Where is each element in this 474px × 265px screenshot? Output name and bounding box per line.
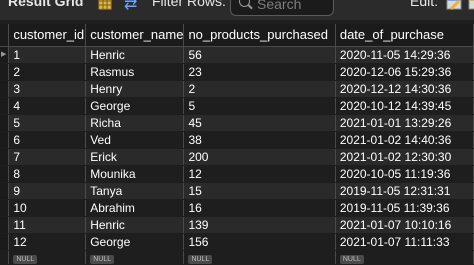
current-row-arrow-icon: ▶ — [1, 51, 7, 58]
edit-label: Edit: — [410, 0, 439, 9]
cell-date-of-purchase[interactable]: 2021-01-07 11:11:33 — [335, 233, 474, 251]
table-row[interactable]: 7 Erick 200 2021-01-02 12:30:30 — [0, 148, 474, 166]
cell-date-of-purchase[interactable]: 2019-11-05 11:39:36 — [335, 199, 474, 217]
result-toolbar: Result Grid ⇄ Filter Rows: Edit: — [0, 0, 474, 20]
cell-date-of-purchase[interactable]: 2021-01-02 14:40:36 — [335, 131, 474, 149]
null-cell-no-products-purchased[interactable]: NULL — [183, 250, 336, 265]
table-row[interactable]: 12 George 156 2021-01-07 11:11:33 — [0, 233, 474, 251]
table-row[interactable]: 9 Tanya 15 2019-11-05 12:31:31 — [0, 182, 474, 200]
search-icon — [239, 0, 250, 7]
cell-date-of-purchase[interactable]: 2021-01-07 10:10:16 — [335, 216, 474, 234]
refresh-icon[interactable]: ⇄ — [124, 0, 137, 14]
row-marker[interactable] — [0, 148, 10, 166]
cell-date-of-purchase[interactable]: 2019-11-05 12:31:31 — [335, 182, 474, 200]
cell-no-products-purchased[interactable]: 200 — [183, 148, 336, 166]
row-marker[interactable] — [0, 131, 10, 149]
table-row[interactable]: 2 Rasmus 23 2020-12-06 15:29:36 — [0, 63, 474, 81]
cell-customer-name[interactable]: Tanya — [85, 182, 185, 200]
row-marker[interactable] — [0, 165, 10, 183]
cell-customer-id[interactable]: 3 — [8, 80, 87, 98]
column-header-customer-id[interactable]: customer_id — [8, 24, 87, 47]
cell-no-products-purchased[interactable]: 5 — [183, 97, 336, 115]
cell-no-products-purchased[interactable]: 56 — [183, 46, 336, 64]
row-marker[interactable] — [0, 63, 10, 81]
table-row[interactable]: 10 Abrahim 16 2019-11-05 11:39:36 — [0, 199, 474, 217]
row-marker[interactable] — [0, 250, 10, 265]
row-marker[interactable]: ▶ — [0, 46, 10, 64]
cell-no-products-purchased[interactable]: 15 — [183, 182, 336, 200]
row-marker[interactable] — [0, 97, 10, 115]
cell-customer-id[interactable]: 4 — [8, 97, 87, 115]
cell-customer-id[interactable]: 9 — [8, 182, 87, 200]
cell-customer-name[interactable]: Henric — [85, 216, 185, 234]
result-grid-table: customer_id customer_name no_products_pu… — [0, 24, 474, 265]
cell-customer-name[interactable]: George — [85, 233, 185, 251]
cell-no-products-purchased[interactable]: 139 — [183, 216, 336, 234]
column-header-customer-name[interactable]: customer_name — [85, 24, 185, 47]
cell-customer-name[interactable]: Henry — [85, 80, 185, 98]
cell-customer-id[interactable]: 5 — [8, 114, 87, 132]
null-cell-customer-id[interactable]: NULL — [8, 250, 87, 265]
row-marker[interactable] — [0, 199, 10, 217]
table-row[interactable]: 11 Henric 139 2021-01-07 10:10:16 — [0, 216, 474, 234]
cell-date-of-purchase[interactable]: 2020-10-05 11:19:36 — [335, 165, 474, 183]
cell-customer-name[interactable]: Erick — [85, 148, 185, 166]
header-row: customer_id customer_name no_products_pu… — [0, 24, 474, 47]
cell-date-of-purchase[interactable]: 2021-01-01 13:29:26 — [335, 114, 474, 132]
cell-customer-id[interactable]: 1 — [8, 46, 87, 64]
cell-date-of-purchase[interactable]: 2021-01-02 12:30:30 — [335, 148, 474, 166]
cell-customer-id[interactable]: 10 — [8, 199, 87, 217]
cell-date-of-purchase[interactable]: 2020-12-06 15:29:36 — [335, 63, 474, 81]
column-header-date-of-purchase[interactable]: date_of_purchase — [335, 24, 474, 47]
cell-customer-name[interactable]: Abrahim — [85, 199, 185, 217]
cell-customer-name[interactable]: Ved — [85, 131, 185, 149]
edit-grid-icon[interactable] — [446, 0, 462, 10]
cell-customer-id[interactable]: 8 — [8, 165, 87, 183]
cell-no-products-purchased[interactable]: 16 — [183, 199, 336, 217]
row-marker-header — [0, 24, 10, 47]
row-marker[interactable] — [0, 182, 10, 200]
cell-customer-id[interactable]: 11 — [8, 216, 87, 234]
row-marker[interactable] — [0, 114, 10, 132]
cell-no-products-purchased[interactable]: 156 — [183, 233, 336, 251]
cell-customer-id[interactable]: 2 — [8, 63, 87, 81]
result-grid-title: Result Grid — [8, 0, 84, 9]
cell-no-products-purchased[interactable]: 23 — [183, 63, 336, 81]
column-header-no-products-purchased[interactable]: no_products_purchased — [183, 24, 336, 47]
cell-date-of-purchase[interactable]: 2020-12-12 14:30:36 — [335, 80, 474, 98]
cell-customer-name[interactable]: Rasmus — [85, 63, 185, 81]
table-row[interactable]: 8 Mounika 12 2020-10-05 11:19:36 — [0, 165, 474, 183]
table-row[interactable]: 4 George 5 2020-10-12 14:39:45 — [0, 97, 474, 115]
edit-row-icon[interactable] — [468, 0, 474, 10]
null-cell-customer-name[interactable]: NULL — [85, 250, 185, 265]
cell-no-products-purchased[interactable]: 38 — [183, 131, 336, 149]
row-marker[interactable] — [0, 216, 10, 234]
table-row[interactable]: 6 Ved 38 2021-01-02 14:40:36 — [0, 131, 474, 149]
cell-no-products-purchased[interactable]: 12 — [183, 165, 336, 183]
filter-rows-label: Filter Rows: — [152, 0, 226, 9]
null-cell-date-of-purchase[interactable]: NULL — [335, 250, 474, 265]
new-row-placeholder[interactable]: NULL NULL NULL NULL — [0, 250, 474, 265]
cell-customer-name[interactable]: Richa — [85, 114, 185, 132]
table-row[interactable]: 5 Richa 45 2021-01-01 13:29:26 — [0, 114, 474, 132]
cell-customer-id[interactable]: 6 — [8, 131, 87, 149]
cell-customer-id[interactable]: 12 — [8, 233, 87, 251]
cell-no-products-purchased[interactable]: 45 — [183, 114, 336, 132]
filter-search-input[interactable] — [255, 0, 333, 13]
cell-customer-name[interactable]: George — [85, 97, 185, 115]
cell-customer-name[interactable]: Mounika — [85, 165, 185, 183]
grid-icon[interactable] — [98, 0, 112, 10]
cell-date-of-purchase[interactable]: 2020-10-12 14:39:45 — [335, 97, 474, 115]
table-row[interactable]: 3 Henry 2 2020-12-12 14:30:36 — [0, 80, 474, 98]
table-row[interactable]: ▶ 1 Henric 56 2020-11-05 14:29:36 — [0, 46, 474, 64]
row-marker[interactable] — [0, 233, 10, 251]
row-marker[interactable] — [0, 80, 10, 98]
filter-search-box[interactable] — [230, 0, 334, 16]
cell-no-products-purchased[interactable]: 2 — [183, 80, 336, 98]
cell-date-of-purchase[interactable]: 2020-11-05 14:29:36 — [335, 46, 474, 64]
cell-customer-name[interactable]: Henric — [85, 46, 185, 64]
cell-customer-id[interactable]: 7 — [8, 148, 87, 166]
